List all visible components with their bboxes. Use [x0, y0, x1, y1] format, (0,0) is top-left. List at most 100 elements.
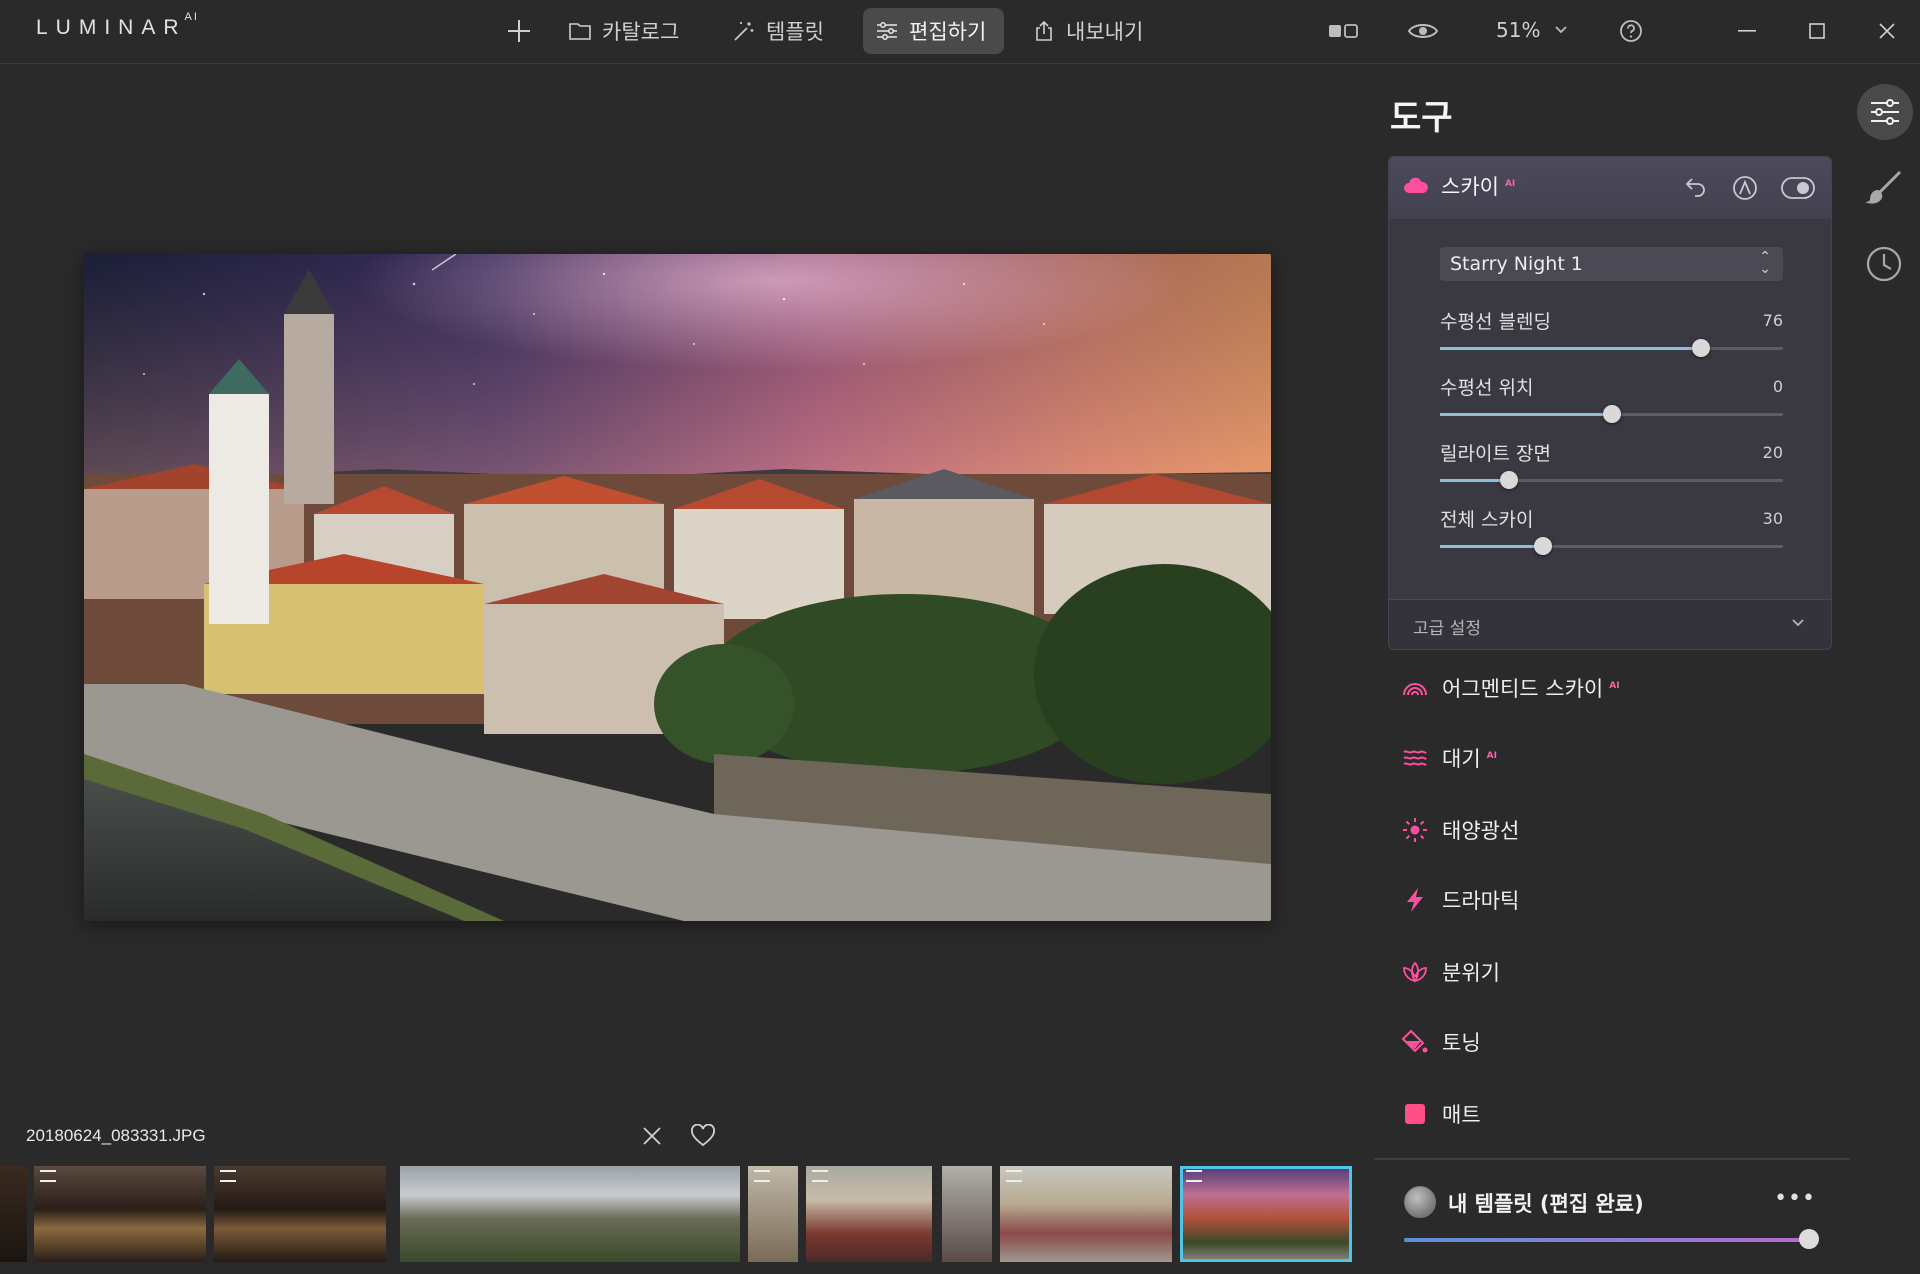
tool-matte[interactable]: 매트: [1400, 1094, 1481, 1134]
slider-label: 수평선 블렌딩: [1440, 311, 1551, 333]
slider-fill: [1440, 479, 1509, 482]
film-thumbnail[interactable]: [748, 1166, 798, 1262]
tool-label: 분위기: [1442, 961, 1500, 985]
slider-value: 30: [1762, 509, 1783, 528]
tool-dramatic[interactable]: 드라마틱: [1400, 880, 1519, 920]
tool-label: 대기 AI: [1442, 747, 1497, 771]
advanced-settings-toggle[interactable]: 고급 설정: [1389, 599, 1831, 649]
slider-track[interactable]: [1440, 339, 1783, 357]
slider-label: 릴라이트 장면: [1440, 443, 1551, 465]
slider-fill: [1440, 545, 1543, 548]
tab-edit-label: 편집하기: [909, 20, 987, 44]
adjustments-panel-button[interactable]: [1857, 84, 1913, 140]
eye-icon[interactable]: [1406, 16, 1440, 46]
slider-horizon-position[interactable]: 수평선 위치 0: [1440, 373, 1783, 429]
edited-sliders-icon: [220, 1170, 236, 1182]
toggle-visibility-icon[interactable]: [1781, 177, 1815, 199]
tool-toning[interactable]: 토닝: [1400, 1022, 1481, 1062]
slider-value: 76: [1762, 311, 1783, 330]
slider-value: 20: [1762, 443, 1783, 462]
tool-label: 태양광선: [1442, 819, 1520, 843]
template-amount-slider[interactable]: [1404, 1238, 1808, 1242]
sliders-icon: [877, 22, 897, 40]
history-clock-icon[interactable]: [1864, 244, 1904, 284]
panel-divider: [1374, 1158, 1850, 1160]
top-bar: LUMINARAI 카탈로그 템플릿 편집하기 내보내기 51%: [0, 0, 1920, 64]
add-photos-button[interactable]: [504, 16, 534, 46]
sky-tool-header[interactable]: 스카이 AI: [1389, 157, 1831, 219]
tab-export-label: 내보내기: [1066, 20, 1144, 44]
slider-fill: [1440, 413, 1612, 416]
tab-templates-label: 템플릿: [766, 20, 824, 44]
close-window-button[interactable]: [1870, 16, 1904, 46]
sky-preset-select[interactable]: Starry Night 1 ⌃ ⌄: [1440, 247, 1783, 281]
tool-label: 드라마틱: [1442, 889, 1520, 913]
tool-mood[interactable]: 분위기: [1400, 952, 1500, 992]
slider-knob[interactable]: [1691, 339, 1710, 357]
slider-knob[interactable]: [1499, 471, 1518, 489]
close-icon[interactable]: [640, 1124, 664, 1148]
my-template-label: 내 템플릿 (편집 완료): [1448, 1192, 1644, 1216]
undo-icon[interactable]: [1683, 174, 1709, 200]
edited-sliders-icon: [754, 1170, 770, 1182]
slider-label: 수평선 위치: [1440, 377, 1534, 399]
template-amount-knob[interactable]: [1799, 1229, 1819, 1249]
tool-label: 매트: [1442, 1103, 1481, 1127]
slider-label: 전체 스카이: [1440, 509, 1534, 531]
edited-sliders-icon: [1186, 1170, 1202, 1182]
film-thumbnail[interactable]: [1000, 1166, 1172, 1262]
paint-bucket-icon: [1400, 1028, 1430, 1056]
heart-icon[interactable]: [690, 1124, 716, 1148]
film-thumbnail[interactable]: [34, 1166, 206, 1262]
film-thumbnail[interactable]: [942, 1166, 992, 1262]
app-logo: LUMINARAI: [36, 11, 199, 39]
maximize-button[interactable]: [1800, 16, 1834, 46]
tool-sunrays[interactable]: 태양광선: [1400, 810, 1519, 850]
square-icon: [1400, 1100, 1430, 1128]
tool-label: 토닝: [1442, 1031, 1481, 1055]
tab-catalog[interactable]: 카탈로그: [556, 8, 691, 54]
sun-icon: [1400, 816, 1430, 844]
minimize-button[interactable]: [1730, 16, 1764, 46]
film-thumbnail[interactable]: [400, 1166, 740, 1262]
film-thumbnail-selected[interactable]: [1180, 1166, 1352, 1262]
slider-horizon-blending[interactable]: 수평선 블렌딩 76: [1440, 307, 1783, 363]
tab-templates[interactable]: 템플릿: [720, 8, 836, 54]
slider-knob[interactable]: [1602, 405, 1621, 423]
slider-value: 0: [1772, 377, 1783, 396]
panel-title: 도구: [1390, 98, 1453, 138]
slider-knob[interactable]: [1533, 537, 1552, 555]
file-name: 20180624_083331.JPG: [26, 1126, 206, 1145]
lotus-icon: [1400, 958, 1430, 986]
film-thumbnail[interactable]: [0, 1166, 27, 1262]
film-thumbnail[interactable]: [214, 1166, 386, 1262]
photo-canvas[interactable]: [84, 254, 1271, 921]
cloud-icon: [1404, 177, 1428, 193]
mask-brush-icon[interactable]: [1731, 174, 1759, 202]
tab-export[interactable]: 내보내기: [1020, 8, 1155, 54]
advanced-settings-label: 고급 설정: [1413, 619, 1481, 639]
slider-fill: [1440, 347, 1701, 350]
slider-track[interactable]: [1440, 471, 1783, 489]
more-options-button[interactable]: •••: [1774, 1186, 1816, 1211]
tab-edit[interactable]: 편집하기: [863, 8, 1005, 54]
film-thumbnail[interactable]: [806, 1166, 932, 1262]
sky-preset-value: Starry Night 1: [1450, 253, 1583, 275]
lightning-icon: [1400, 886, 1430, 914]
slider-relight-scene[interactable]: 릴라이트 장면 20: [1440, 439, 1783, 495]
tool-atmosphere[interactable]: 대기 AI: [1400, 738, 1497, 778]
help-icon[interactable]: [1614, 16, 1648, 46]
waves-icon: [1400, 744, 1430, 772]
edited-sliders-icon: [40, 1170, 56, 1182]
sliders-icon: [1871, 99, 1899, 125]
edited-sliders-icon: [812, 1170, 828, 1182]
slider-sky-global[interactable]: 전체 스카이 30: [1440, 505, 1783, 561]
chevron-up-down-icon: ⌃ ⌄: [1759, 249, 1771, 277]
my-template-section: 내 템플릿 (편집 완료) •••: [1404, 1186, 1834, 1256]
slider-track[interactable]: [1440, 405, 1783, 423]
zoom-dropdown[interactable]: 51%: [1496, 18, 1568, 42]
slider-track[interactable]: [1440, 537, 1783, 555]
brush-icon[interactable]: [1864, 168, 1904, 208]
compare-icon[interactable]: [1327, 16, 1361, 46]
tool-augmented-sky[interactable]: 어그멘티드 스카이 AI: [1400, 668, 1620, 708]
